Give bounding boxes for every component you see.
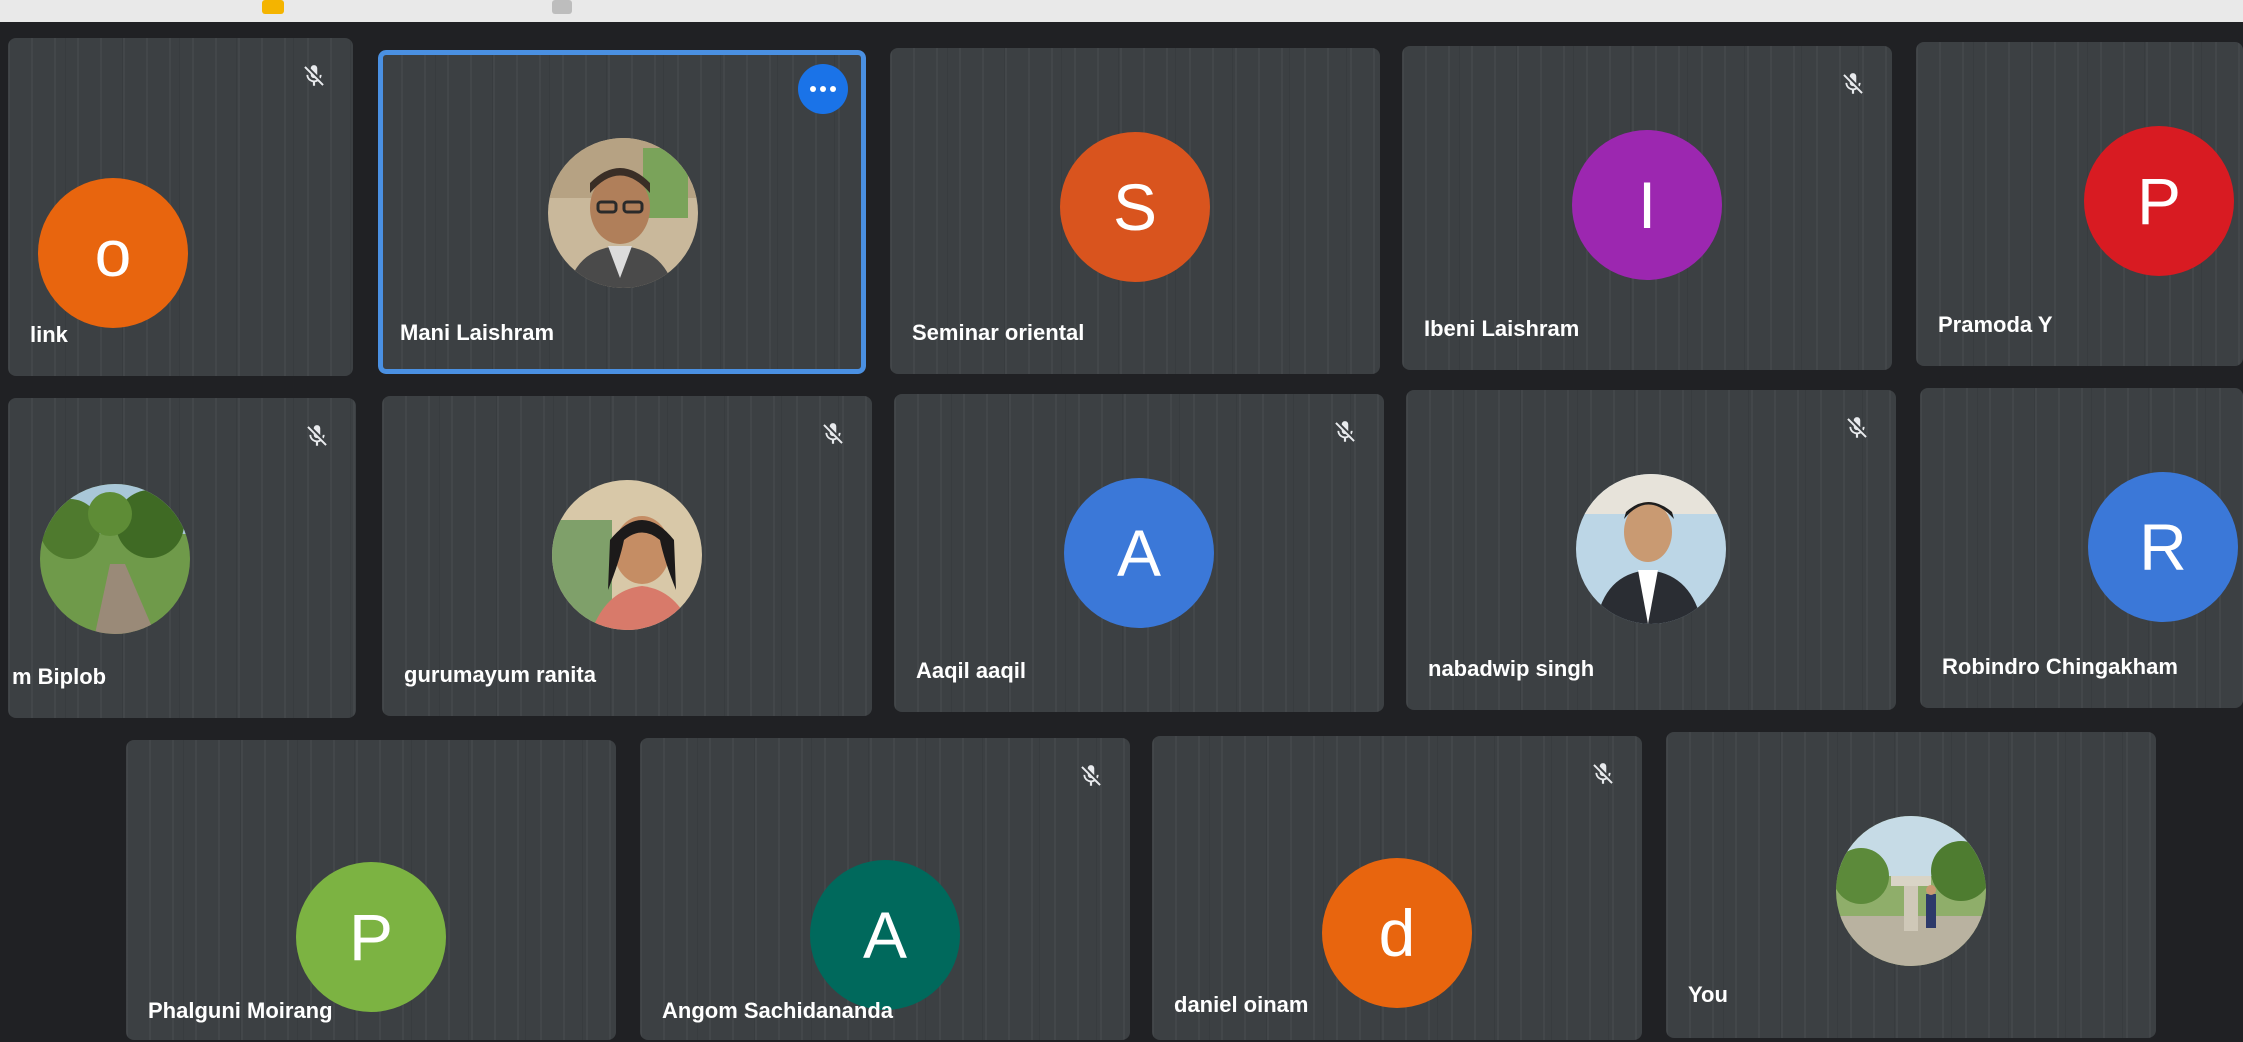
participant-name: Aaqil aaqil (916, 658, 1027, 683)
participant-avatar: A (1064, 478, 1214, 628)
participant-tile-active[interactable]: Mani Laishram (378, 50, 866, 374)
more-options-button[interactable] (798, 64, 848, 114)
participant-name: m Biplob (12, 664, 107, 689)
participant-name: Robindro Chingakham (1942, 654, 2178, 679)
participant-avatar: o (38, 178, 188, 328)
participant-name: Mani Laishram (400, 320, 555, 345)
mic-off-icon (1081, 765, 1101, 786)
participant-tile[interactable]: P Pramoda Y (1916, 42, 2243, 366)
participant-photo (1836, 816, 1986, 966)
participant-tile[interactable]: R Robindro Chingakham (1920, 388, 2243, 708)
mic-off-icon (1847, 417, 1867, 438)
participant-avatar: R (2088, 472, 2238, 622)
participant-name: Phalguni Moirang (148, 998, 333, 1023)
mic-off-icon (307, 425, 327, 446)
participant-avatar: P (2084, 126, 2234, 276)
participant-name: Ibeni Laishram (1424, 316, 1580, 341)
participant-tile[interactable]: I Ibeni Laishram (1402, 46, 1892, 370)
participant-tile[interactable]: P Phalguni Moirang (126, 740, 616, 1040)
participant-name: nabadwip singh (1428, 656, 1595, 681)
participant-name: daniel oinam (1174, 992, 1309, 1017)
participant-tile[interactable]: nabadwip singh (1406, 390, 1896, 710)
participant-tile[interactable]: A Aaqil aaqil (894, 394, 1384, 712)
participant-tile[interactable]: d daniel oinam (1152, 736, 1642, 1040)
participant-name: gurumayum ranita (404, 662, 596, 687)
participant-tile[interactable]: gurumayum ranita (382, 396, 872, 716)
participant-tile[interactable]: o link (8, 38, 353, 376)
participant-name: Pramoda Y (1938, 312, 2053, 337)
participant-tile[interactable]: A Angom Sachidananda (640, 738, 1130, 1040)
participant-avatar: d (1322, 858, 1472, 1008)
participant-avatar: S (1060, 132, 1210, 282)
participant-avatar: P (296, 862, 446, 1012)
mic-off-icon (304, 65, 324, 86)
participant-name: You (1688, 982, 1728, 1007)
mic-off-icon (1843, 73, 1863, 94)
mic-off-icon (1593, 763, 1613, 784)
participant-tile[interactable]: m Biplob (8, 398, 356, 718)
mic-off-icon (1335, 421, 1355, 442)
participant-tile-self[interactable]: You (1666, 732, 2156, 1038)
participant-name: Seminar oriental (912, 320, 1085, 345)
participant-tile[interactable]: S Seminar oriental (890, 48, 1380, 374)
participant-name: link (30, 322, 68, 347)
participant-photo (1576, 474, 1726, 624)
participant-grid: o link Mani Laishram S Seminar oriental (0, 0, 2243, 1042)
participant-avatar: A (810, 860, 960, 1010)
participant-name: Angom Sachidananda (662, 998, 894, 1023)
participant-photo (40, 484, 190, 634)
mic-off-icon (823, 423, 843, 444)
participant-photo (548, 138, 698, 288)
more-horizontal-icon (810, 86, 836, 92)
participant-avatar: I (1572, 130, 1722, 280)
participant-photo (552, 480, 702, 630)
